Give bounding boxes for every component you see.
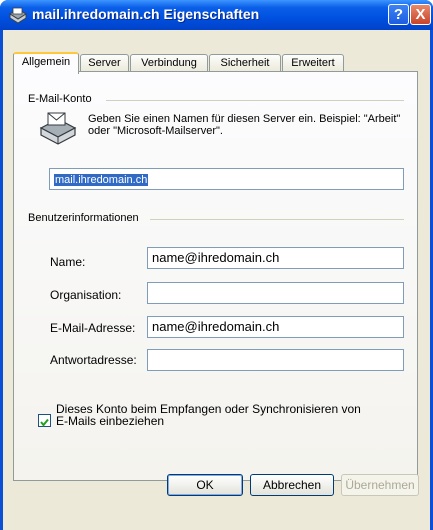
dialog-body: Allgemein Server Verbindung Sicherheit E… [3,30,430,530]
help-button[interactable]: ? [388,4,409,25]
close-button[interactable]: X [410,4,431,25]
check-icon [40,418,49,427]
server-name-instruction: Geben Sie einen Namen für diesen Server … [88,113,401,137]
mail-server-icon [39,112,77,145]
group-divider [106,100,404,101]
organisation-label: Organisation: [50,288,122,302]
include-account-checkbox[interactable] [38,414,51,427]
organisation-input[interactable] [147,282,404,304]
email-address-label: E-Mail-Adresse: [50,321,136,335]
window-title: mail.ihredomain.ch Eigenschaften [32,6,260,22]
cancel-button[interactable]: Abbrechen [250,474,334,496]
tab-server[interactable]: Server [80,54,129,72]
tab-erweitert[interactable]: Erweitert [282,54,344,72]
title-bar[interactable]: mail.ihredomain.ch Eigenschaften ? X [0,0,433,30]
group-divider [150,219,404,220]
tab-verbindung[interactable]: Verbindung [130,54,208,72]
tab-allgemein[interactable]: Allgemein [13,52,79,74]
name-input[interactable]: name@ihredomain.ch [147,247,404,269]
server-name-input[interactable]: mail.ihredomain.ch [49,168,404,190]
reply-address-label: Antwortadresse: [50,353,137,367]
properties-dialog: mail.ihredomain.ch Eigenschaften ? X All… [0,0,433,530]
name-label: Name: [50,255,86,269]
mail-account-icon [9,7,27,24]
email-account-group-label: E-Mail-Konto [28,93,92,105]
reply-address-input[interactable] [147,349,404,371]
email-address-input[interactable]: name@ihredomain.ch [147,316,404,338]
ok-button[interactable]: OK [167,474,243,496]
user-info-group-label: Benutzerinformationen [28,212,139,224]
apply-button[interactable]: Übernehmen [341,474,419,496]
server-name-value: mail.ihredomain.ch [54,174,149,186]
include-account-label[interactable]: Dieses Konto beim Empfangen oder Synchro… [56,403,376,427]
tab-sicherheit[interactable]: Sicherheit [209,54,281,72]
